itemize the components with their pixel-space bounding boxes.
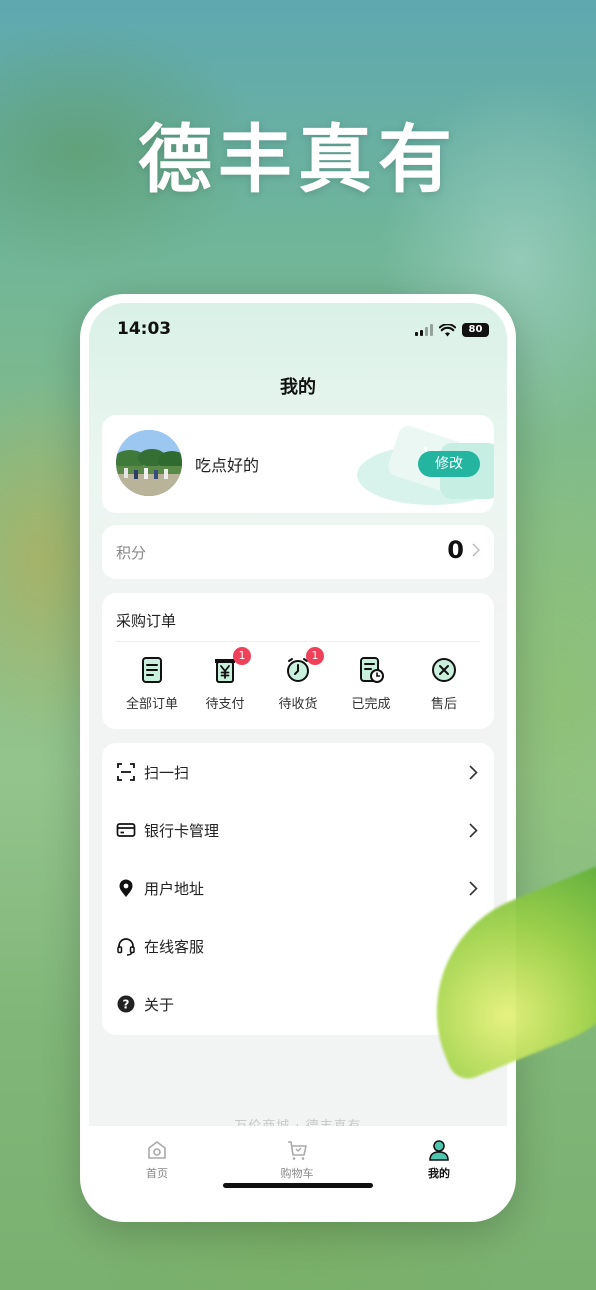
pending-receipt-badge: 1 — [306, 647, 324, 665]
order-pending-receipt-button[interactable]: 1 待收货 — [262, 647, 334, 712]
menu-item-scan[interactable]: 扫一扫 — [102, 743, 494, 801]
orders-card: 采购订单 全部订单 1 待支付 1 待收货 已完成 售后 — [102, 593, 494, 729]
tab-bar: 首页 购物车 我的 — [89, 1126, 507, 1213]
order-completed-label: 已完成 — [351, 697, 391, 712]
order-all-label: 全部订单 — [125, 697, 178, 712]
profile-name: 吃点好的 — [195, 456, 260, 475]
close-circle-icon — [432, 658, 456, 682]
menu-item-label: 关于 — [144, 995, 175, 1014]
divider — [116, 641, 480, 642]
hero-title: 德丰真有 — [138, 117, 458, 203]
points-card[interactable]: 积分 0 — [102, 525, 494, 579]
tab-home[interactable]: 首页 — [112, 1138, 202, 1181]
home-icon — [148, 1141, 166, 1159]
signal-icon — [415, 324, 433, 336]
menu-item-label: 银行卡管理 — [144, 821, 220, 840]
chevron-right-icon — [469, 822, 478, 838]
headset-icon — [117, 938, 135, 956]
menu-item-label: 在线客服 — [144, 937, 205, 956]
pending-payment-badge: 1 — [233, 647, 251, 665]
tab-label: 首页 — [146, 1167, 168, 1180]
menu-card: 扫一扫 银行卡管理 用户地址 在线客服 ? 关于 — [102, 743, 494, 1035]
order-pending-payment-button[interactable]: 1 待支付 — [189, 647, 261, 712]
battery-icon: 80 — [462, 323, 489, 337]
order-after-sales-label: 售后 — [430, 697, 457, 712]
orders-title: 采购订单 — [116, 612, 177, 630]
svg-text:?: ? — [123, 998, 130, 1012]
tab-cart[interactable]: 购物车 — [252, 1138, 342, 1181]
tab-label: 购物车 — [280, 1167, 314, 1180]
cart-icon — [288, 1141, 307, 1160]
profile-card: 吃点好的 ¥ 修改 — [102, 415, 494, 513]
scan-icon — [117, 763, 135, 781]
order-after-sales-button[interactable]: 售后 — [408, 655, 480, 712]
tab-mine[interactable]: 我的 — [394, 1138, 484, 1181]
menu-item-label: 用户地址 — [144, 879, 205, 898]
menu-item-address[interactable]: 用户地址 — [102, 859, 494, 917]
home-indicator[interactable] — [223, 1183, 373, 1188]
menu-item-about[interactable]: ? 关于 — [102, 975, 494, 1033]
edit-profile-button[interactable]: 修改 — [418, 451, 480, 477]
document-list-icon — [142, 657, 162, 683]
user-icon — [429, 1140, 449, 1161]
menu-item-label: 扫一扫 — [144, 763, 190, 782]
wifi-icon — [439, 323, 456, 336]
app-screen: 14:03 80 我的 吃点好的 修改 积分 0 采购订单 全部订单 1 待支付… — [89, 303, 507, 1213]
points-label: 积分 — [116, 544, 147, 562]
order-pending-receipt-label: 待收货 — [278, 697, 318, 712]
location-pin-icon — [119, 879, 133, 897]
status-icons: 80 — [415, 323, 489, 337]
order-completed-button[interactable]: 已完成 — [335, 655, 407, 712]
bank-card-icon — [116, 823, 136, 837]
question-circle-icon: ? — [117, 995, 135, 1013]
page-title: 我的 — [280, 377, 316, 398]
status-time: 14:03 — [117, 319, 172, 339]
document-check-icon — [360, 657, 384, 683]
phone-frame: 14:03 80 我的 吃点好的 修改 积分 0 采购订单 全部订单 1 待支付… — [80, 294, 516, 1222]
menu-item-customer-service[interactable]: 在线客服 — [102, 917, 494, 975]
status-bar: 14:03 80 — [89, 319, 507, 343]
chevron-right-icon — [472, 543, 480, 557]
chevron-right-icon — [469, 764, 478, 780]
order-pending-payment-label: 待支付 — [205, 697, 245, 712]
tab-label: 我的 — [428, 1167, 450, 1180]
menu-item-bank-card[interactable]: 银行卡管理 — [102, 801, 494, 859]
chevron-right-icon — [469, 880, 478, 896]
avatar[interactable] — [116, 430, 182, 496]
order-all-button[interactable]: 全部订单 — [116, 655, 188, 712]
points-value: 0 — [447, 536, 464, 564]
